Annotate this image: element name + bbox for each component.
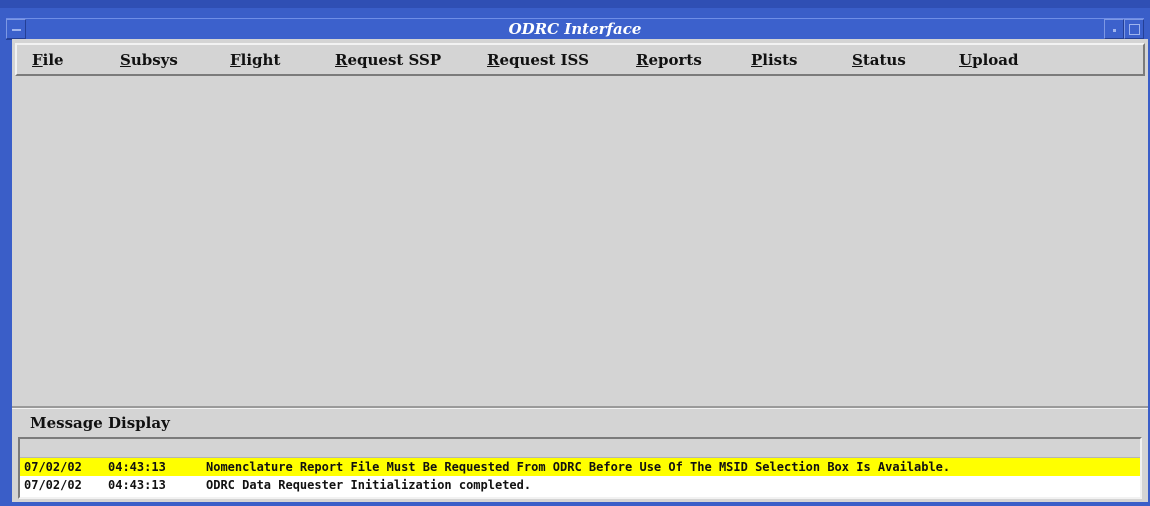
menu-status[interactable]: Status — [852, 51, 906, 69]
message-date: 07/02/02 — [24, 478, 82, 492]
menu-file[interactable]: File — [32, 51, 64, 69]
minimize-button[interactable] — [1104, 19, 1124, 39]
message-display-list[interactable]: 07/02/02 04:43:13 Nomenclature Report Fi… — [18, 437, 1142, 499]
message-text: Nomenclature Report File Must Be Request… — [206, 460, 951, 474]
message-date: 07/02/02 — [24, 460, 82, 474]
menu-upload[interactable]: Upload — [959, 51, 1019, 69]
menu-bar: File Subsys Flight Request SSP Request I… — [15, 43, 1145, 76]
window-frame: ODRC Interface File Subsys Flight Reques… — [0, 0, 1150, 506]
title-bar[interactable]: ODRC Interface — [6, 18, 1144, 40]
message-row[interactable]: 07/02/02 04:43:13 ODRC Data Requester In… — [20, 476, 1140, 494]
menu-request-ssp[interactable]: Request SSP — [335, 51, 441, 69]
message-time: 04:43:13 — [108, 478, 166, 492]
pane-divider[interactable] — [12, 406, 1148, 409]
window-client-area: File Subsys Flight Request SSP Request I… — [12, 39, 1148, 502]
menu-plists[interactable]: Plists — [751, 51, 798, 69]
maximize-button[interactable] — [1124, 19, 1144, 39]
maximize-icon — [1129, 24, 1140, 35]
menu-flight[interactable]: Flight — [230, 51, 280, 69]
window-title: ODRC Interface — [508, 20, 642, 38]
message-display-label: Message Display — [30, 414, 170, 432]
message-list-header — [20, 439, 1140, 458]
message-text: ODRC Data Requester Initialization compl… — [206, 478, 532, 492]
main-work-area — [15, 79, 1145, 404]
menu-request-iss[interactable]: Request ISS — [487, 51, 589, 69]
minimize-icon — [1113, 29, 1116, 32]
message-row[interactable]: 07/02/02 04:43:13 Nomenclature Report Fi… — [20, 458, 1140, 476]
message-time: 04:43:13 — [108, 460, 166, 474]
menu-subsys[interactable]: Subsys — [120, 51, 178, 69]
menu-reports[interactable]: Reports — [636, 51, 702, 69]
